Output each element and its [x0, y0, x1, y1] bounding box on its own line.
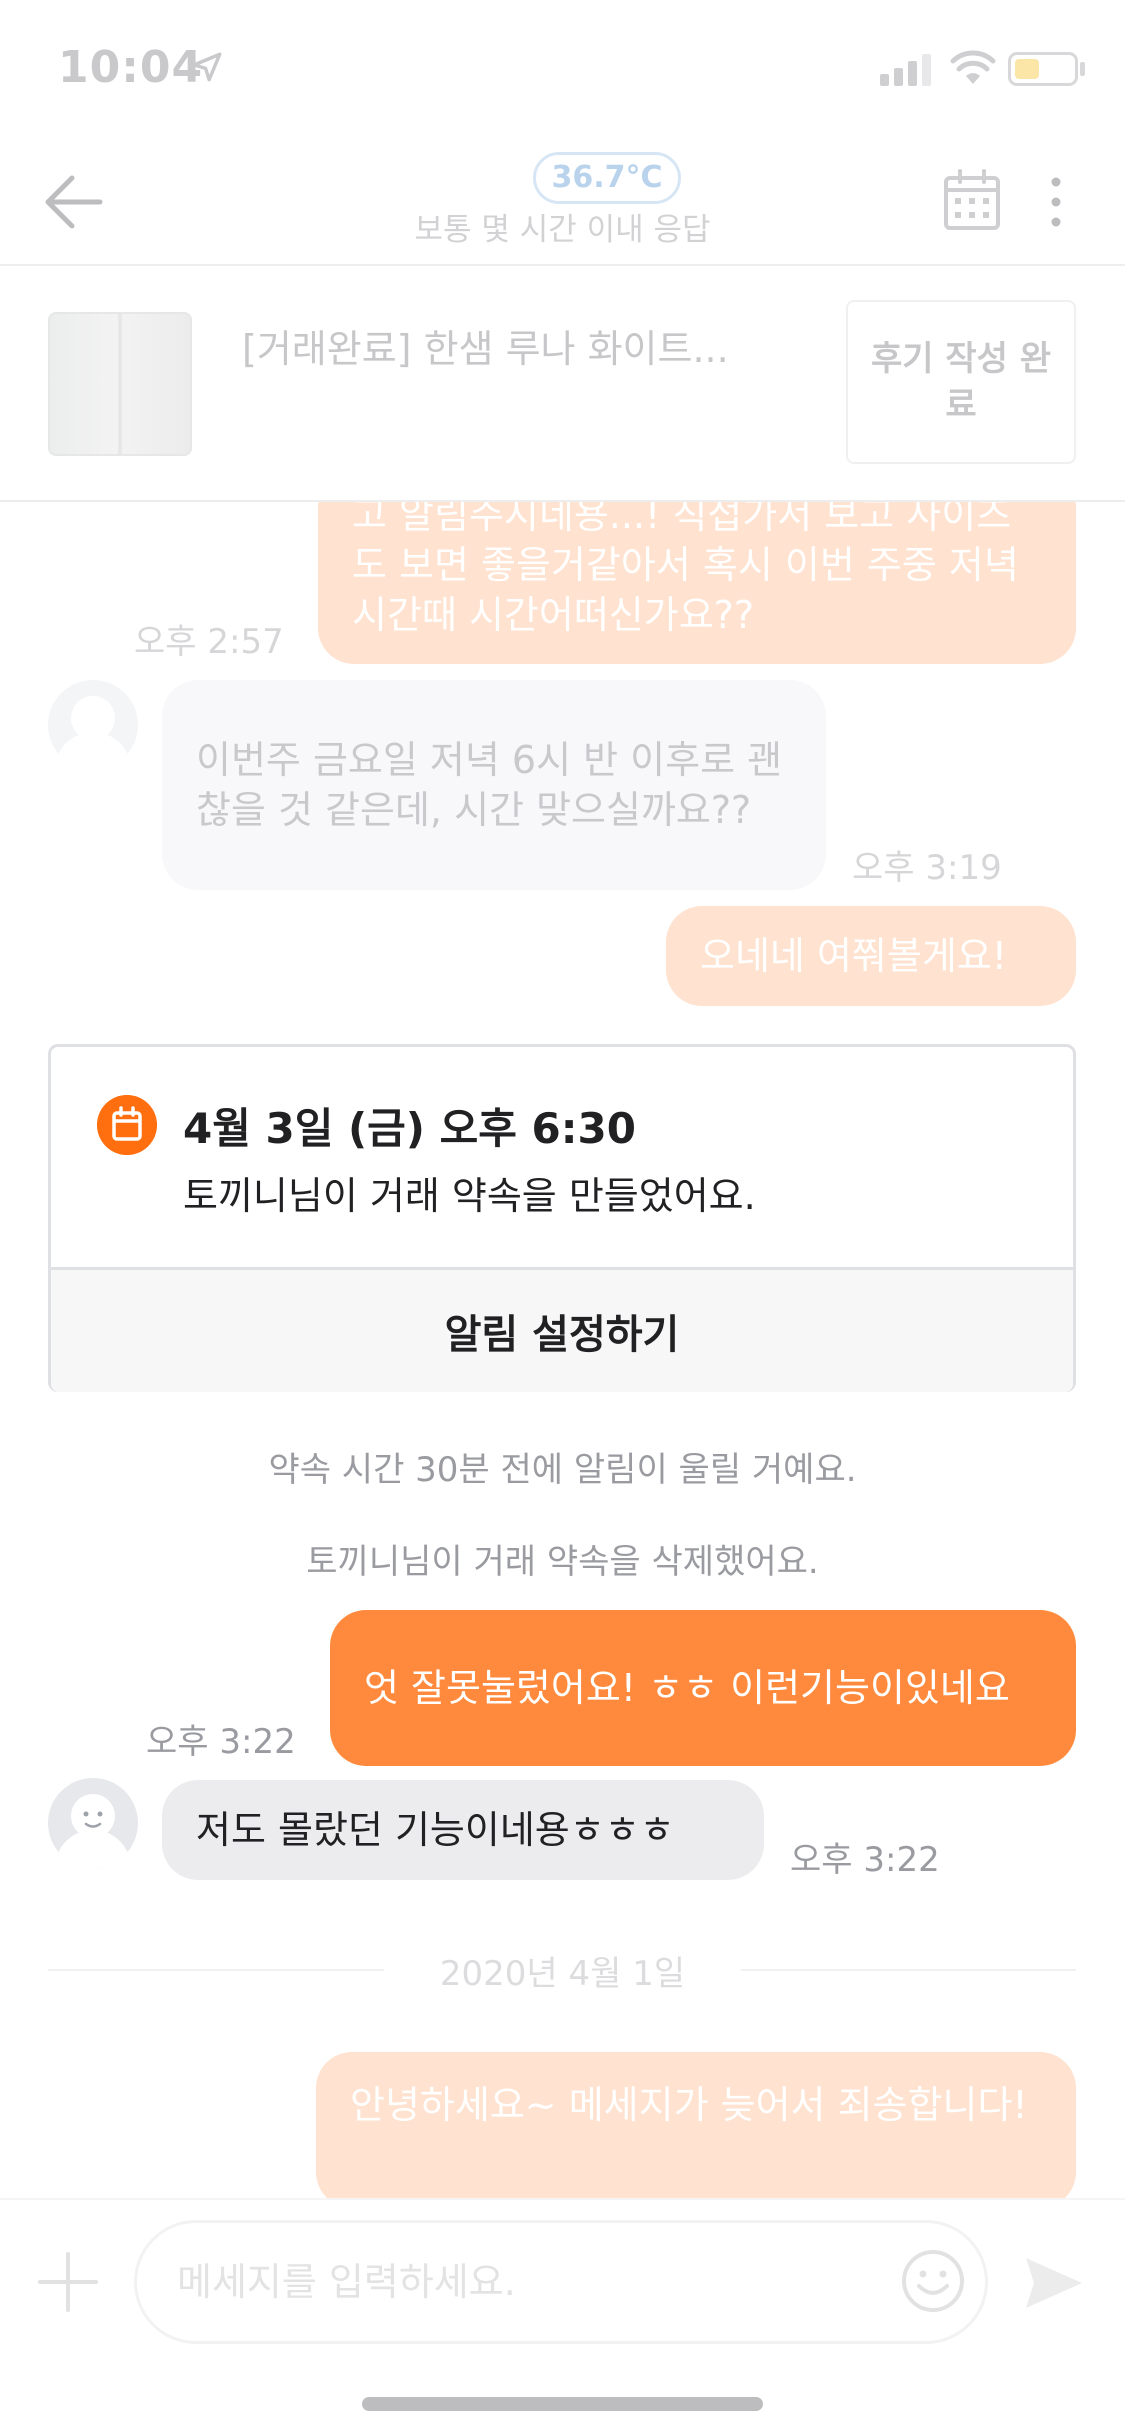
avatar[interactable]: [48, 1778, 138, 1868]
product-thumbnail[interactable]: [48, 312, 192, 456]
home-indicator: [362, 2397, 763, 2411]
my-message-bubble[interactable]: 엇 잘못눌렀어요! ㅎㅎ 이런기능이있네요: [330, 1610, 1076, 1766]
more-vertical-icon[interactable]: [1038, 170, 1074, 234]
appointment-description: 토끼니님이 거래 약속을 만들었어요.: [183, 1174, 756, 1218]
location-arrow-icon: [192, 52, 222, 82]
my-message-bubble[interactable]: 고 알림주시네용...! 직접가서 보고 사이즈도 보면 좋을거같아서 혹시 이…: [318, 502, 1076, 664]
message-text: 이번주 금요일 저녁 6시 반 이후로 괜찮을 것 같은데, 시간 맞으실까요?…: [196, 738, 783, 832]
message-text: 엇 잘못눌렀어요! ㅎㅎ 이런기능이있네요: [364, 1666, 1010, 1710]
battery-cap: [1080, 62, 1085, 76]
review-complete-button[interactable]: 후기 작성 완료: [846, 300, 1076, 464]
message-text: 오네네 여쭤볼게요!: [700, 934, 1007, 978]
cellular-signal-icon: [880, 54, 931, 86]
my-message-bubble[interactable]: 안녕하세요~ 메세지가 늦어서 죄송합니다!: [316, 2052, 1076, 2198]
message-timestamp: 오후 3:22: [790, 1840, 940, 1880]
message-text: 안녕하세요~ 메세지가 늦어서 죄송합니다!: [350, 2083, 1028, 2127]
appointment-card: 4월 3일 (금) 오후 6:30 토끼니님이 거래 약속을 만들었어요. 알림…: [48, 1044, 1076, 1392]
status-bar: 10:04: [0, 0, 1125, 140]
date-separator: 2020년 4월 1일: [439, 1954, 686, 1994]
send-icon[interactable]: [1020, 2250, 1086, 2316]
set-reminder-button[interactable]: 알림 설정하기: [51, 1270, 1073, 1392]
message-timestamp: 오후 3:22: [146, 1722, 296, 1762]
manner-temperature-badge: 36.7°C: [533, 152, 681, 204]
wifi-icon: [950, 50, 996, 84]
calendar-icon: [97, 1095, 157, 1155]
response-time-text: 보통 몇 시간 이내 응답: [414, 212, 711, 248]
battery-icon: [1008, 52, 1078, 86]
product-bar[interactable]: [거래완료] 한샘 루나 화이트... 후기 작성 완료: [0, 266, 1125, 502]
user-avatar-icon: [55, 1794, 131, 1868]
product-title: [거래완료] 한샘 루나 화이트...: [242, 327, 729, 371]
plus-icon[interactable]: [36, 2250, 100, 2314]
message-input[interactable]: [134, 2220, 988, 2344]
message-input-bar: [0, 2198, 1125, 2436]
my-message-bubble[interactable]: 오네네 여쭤볼게요!: [666, 906, 1076, 1006]
date-separator-line: [48, 1969, 384, 1971]
system-message: 토끼니님이 거래 약속을 삭제했어요.: [306, 1542, 819, 1582]
emoji-icon[interactable]: [900, 2248, 966, 2314]
message-text: 저도 몰랐던 기능이네용ㅎㅎㅎ: [196, 1808, 675, 1852]
chat-message-list[interactable]: 고 알림주시네용...! 직접가서 보고 사이즈도 보면 좋을거같아서 혹시 이…: [0, 502, 1125, 2198]
user-avatar-icon: [55, 696, 131, 770]
message-timestamp: 오후 3:19: [852, 848, 1002, 888]
message-timestamp: 오후 2:57: [134, 622, 284, 662]
message-text: 고 알림주시네용...! 직접가서 보고 사이즈도 보면 좋을거같아서 혹시 이…: [352, 502, 1019, 637]
date-separator-line: [741, 1969, 1076, 1971]
avatar[interactable]: [48, 680, 138, 770]
back-arrow-icon[interactable]: [40, 170, 110, 234]
appointment-date: 4월 3일 (금) 오후 6:30: [183, 1104, 636, 1153]
chat-header: 36.7°C 보통 몇 시간 이내 응답: [0, 140, 1125, 266]
system-message: 약속 시간 30분 전에 알림이 울릴 거예요.: [268, 1450, 857, 1490]
status-time: 10:04: [58, 42, 204, 93]
calendar-icon[interactable]: [942, 168, 1002, 232]
their-message-bubble[interactable]: 이번주 금요일 저녁 6시 반 이후로 괜찮을 것 같은데, 시간 맞으실까요?…: [162, 680, 826, 890]
their-message-bubble[interactable]: 저도 몰랐던 기능이네용ㅎㅎㅎ: [162, 1780, 764, 1880]
